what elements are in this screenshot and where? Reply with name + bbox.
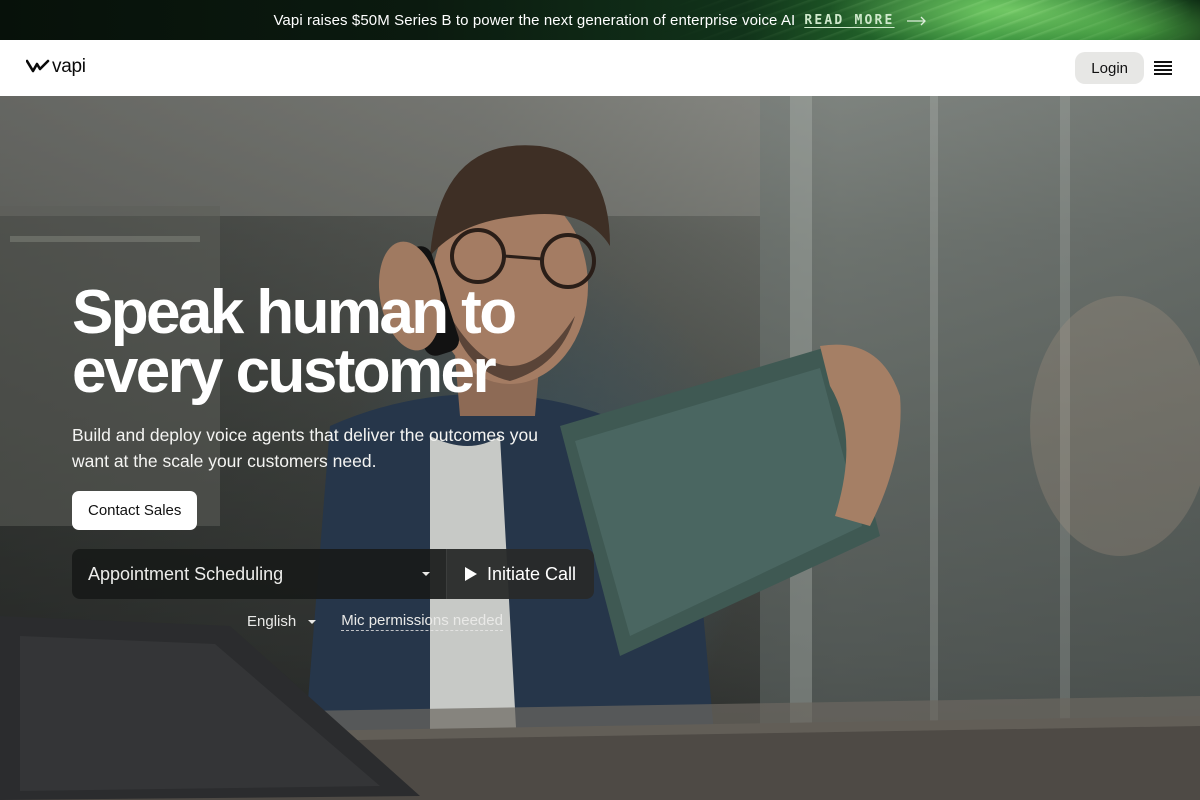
hero-title-line-2: every customer: [72, 337, 497, 406]
login-button[interactable]: Login: [1075, 52, 1144, 84]
logo-text: vapi: [52, 56, 86, 77]
demo-sub-controls: English Mic permissions needed: [247, 612, 503, 631]
contact-sales-button[interactable]: Contact Sales: [72, 491, 198, 530]
top-nav: vapi Login: [0, 40, 1200, 96]
caret-down-icon: [308, 619, 317, 624]
language-selected-value: English: [247, 613, 297, 630]
mic-permissions-link[interactable]: Mic permissions needed: [341, 612, 503, 631]
read-more-link[interactable]: READ MORE: [804, 13, 894, 28]
hero-section: Speak human to every customer Build and …: [0, 96, 1200, 800]
hamburger-menu-icon[interactable]: [1154, 58, 1174, 78]
scenario-select[interactable]: Appointment Scheduling: [72, 549, 446, 599]
hero-content: Speak human to every customer Build and …: [72, 282, 632, 530]
initiate-call-button[interactable]: Initiate Call: [446, 549, 594, 599]
play-icon: [465, 567, 477, 581]
vapi-wave-icon: [25, 58, 50, 79]
initiate-call-label: Initiate Call: [487, 563, 577, 584]
hero-title: Speak human to every customer: [72, 282, 632, 403]
announcement-bar: Vapi raises $50M Series B to power the n…: [0, 0, 1200, 40]
long-arrow-right-icon[interactable]: [906, 14, 927, 26]
vapi-logo[interactable]: vapi: [25, 56, 86, 79]
scenario-selected-value: Appointment Scheduling: [88, 563, 284, 584]
caret-down-icon: [422, 572, 430, 576]
language-select[interactable]: English: [247, 613, 317, 630]
announcement-message: Vapi raises $50M Series B to power the n…: [273, 11, 796, 29]
demo-call-bar: Appointment Scheduling Initiate Call: [72, 549, 594, 599]
hero-subtitle: Build and deploy voice agents that deliv…: [72, 425, 538, 471]
